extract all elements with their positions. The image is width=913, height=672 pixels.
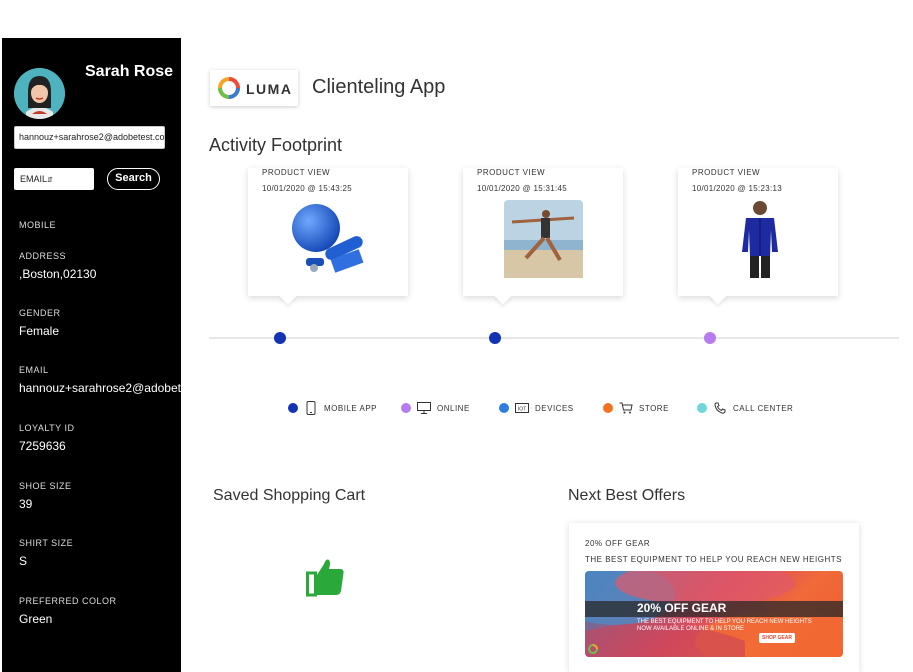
timeline-dot[interactable]	[704, 332, 716, 344]
field-loyalty-id: LOYALTY ID 7259636	[19, 423, 75, 453]
timeline-line	[209, 337, 899, 339]
field-value: Green	[19, 612, 53, 626]
next-best-offers-title: Next Best Offers	[568, 487, 686, 504]
legend-dot	[288, 403, 298, 413]
search-email-input[interactable]: hannouz+sarahrose2@adobetest.com	[14, 126, 165, 149]
legend-item-call-center: CALL CENTER	[697, 401, 793, 415]
yoga-gear-image	[292, 204, 364, 273]
legend-label: ONLINE	[437, 403, 470, 413]
card-pointer	[494, 287, 512, 305]
card-pointer	[279, 287, 297, 305]
field-label: SHOE SIZE	[19, 481, 72, 491]
phone-icon	[304, 401, 318, 415]
activity-type: PRODUCT VIEW	[262, 168, 331, 177]
legend-item-online: ONLINE	[401, 401, 470, 415]
avatar-icon	[14, 68, 65, 119]
avatar	[14, 68, 65, 119]
cart-icon	[619, 401, 633, 415]
activity-type: PRODUCT VIEW	[477, 168, 546, 177]
legend-dot	[401, 403, 411, 413]
field-value: 7259636	[19, 439, 66, 453]
field-value: S	[19, 554, 28, 568]
shop-gear-button[interactable]: SHOP GEAR	[759, 633, 795, 643]
legend-item-devices: IOT DEVICES	[499, 401, 574, 415]
field-label: SHIRT SIZE	[19, 538, 74, 548]
activity-card[interactable]: PRODUCT VIEW 10/01/2020 @ 15:31:45	[463, 168, 623, 305]
field-shoe-size: SHOE SIZE 39	[19, 481, 72, 511]
timeline-dot[interactable]	[274, 332, 286, 344]
saved-cart-title: Saved Shopping Cart	[213, 487, 366, 504]
legend-label: STORE	[639, 403, 669, 413]
activity-time: 10/01/2020 @ 15:23:13	[692, 184, 783, 193]
field-label: EMAIL	[19, 365, 49, 375]
luma-logo-icon	[588, 644, 598, 654]
app-title: Clienteling App	[312, 76, 446, 98]
offer-description: THE BEST EQUIPMENT TO HELP YOU REACH NEW…	[585, 555, 842, 564]
monitor-icon	[417, 401, 431, 415]
legend-item-store: STORE	[603, 401, 669, 415]
select-arrows-icon: ⇵	[47, 177, 53, 184]
offer-banner-image[interactable]: 20% OFF GEAR THE BEST EQUIPMENT TO HELP …	[585, 571, 843, 657]
activity-type: PRODUCT VIEW	[692, 168, 761, 177]
customer-sidebar: Sarah Rose hannouz+sarahrose2@adobetest.…	[2, 38, 181, 672]
iot-icon: IOT	[515, 401, 529, 415]
legend-label: MOBILE APP	[324, 403, 378, 413]
field-value: ,Boston,02130	[19, 267, 97, 281]
jacket-image	[742, 201, 778, 278]
offer-title: 20% OFF GEAR	[585, 539, 651, 548]
legend-label: DEVICES	[535, 403, 574, 413]
activity-time: 10/01/2020 @ 15:31:45	[477, 184, 568, 193]
search-type-select[interactable]: EMAIL⇵	[14, 168, 94, 190]
activity-card[interactable]: PRODUCT VIEW 10/01/2020 @ 15:23:13	[678, 168, 838, 305]
field-gender: GENDER Female	[19, 308, 61, 338]
field-value: 39	[19, 497, 33, 511]
field-mobile: MOBILE	[19, 220, 56, 236]
search-type-value: EMAIL	[20, 174, 48, 184]
activity-footprint-title: Activity Footprint	[209, 135, 343, 155]
legend-dot	[697, 403, 707, 413]
logo-text: LUMA	[246, 81, 293, 97]
activity-card[interactable]: PRODUCT VIEW 10/01/2020 @ 15:43:25	[248, 168, 408, 305]
card-pointer	[709, 287, 727, 305]
activity-time: 10/01/2020 @ 15:43:25	[262, 184, 353, 193]
banner-subtext: THE BEST EQUIPMENT TO HELP YOU REACH NEW…	[637, 619, 812, 632]
field-shirt-size: SHIRT SIZE S	[19, 538, 73, 568]
field-label: GENDER	[19, 308, 61, 318]
legend-dot	[603, 403, 613, 413]
luma-logo-icon	[218, 77, 240, 99]
yoga-pose-image	[504, 200, 583, 278]
field-email: EMAIL hannouz+sarahrose2@adobetest.com	[19, 365, 181, 395]
search-button[interactable]: Search	[107, 168, 160, 190]
field-label: ADDRESS	[19, 251, 67, 261]
banner-heading: 20% OFF GEAR	[637, 601, 727, 615]
legend-label: CALL CENTER	[733, 403, 794, 413]
field-value: hannouz+sarahrose2@adobetest.com	[19, 381, 181, 395]
field-address: ADDRESS ,Boston,02130	[19, 251, 96, 281]
customer-name: Sarah Rose	[85, 63, 174, 80]
svg-text:IOT: IOT	[518, 407, 526, 413]
offer-card[interactable]: 20% OFF GEAR THE BEST EQUIPMENT TO HELP …	[569, 523, 859, 672]
thumbs-up-icon	[306, 559, 344, 597]
legend-item-mobile-app: MOBILE APP	[288, 401, 377, 415]
field-label: PREFERRED COLOR	[19, 596, 117, 606]
clienteling-app: Sarah Rose hannouz+sarahrose2@adobetest.…	[0, 0, 913, 672]
timeline-dot[interactable]	[489, 332, 501, 344]
field-value: Female	[19, 324, 60, 338]
legend-dot	[499, 403, 509, 413]
field-label: MOBILE	[19, 220, 57, 230]
phone-call-icon	[713, 401, 727, 415]
luma-logo: LUMA	[210, 70, 298, 106]
field-preferred-color: PREFERRED COLOR Green	[19, 596, 117, 626]
field-label: LOYALTY ID	[19, 423, 75, 433]
